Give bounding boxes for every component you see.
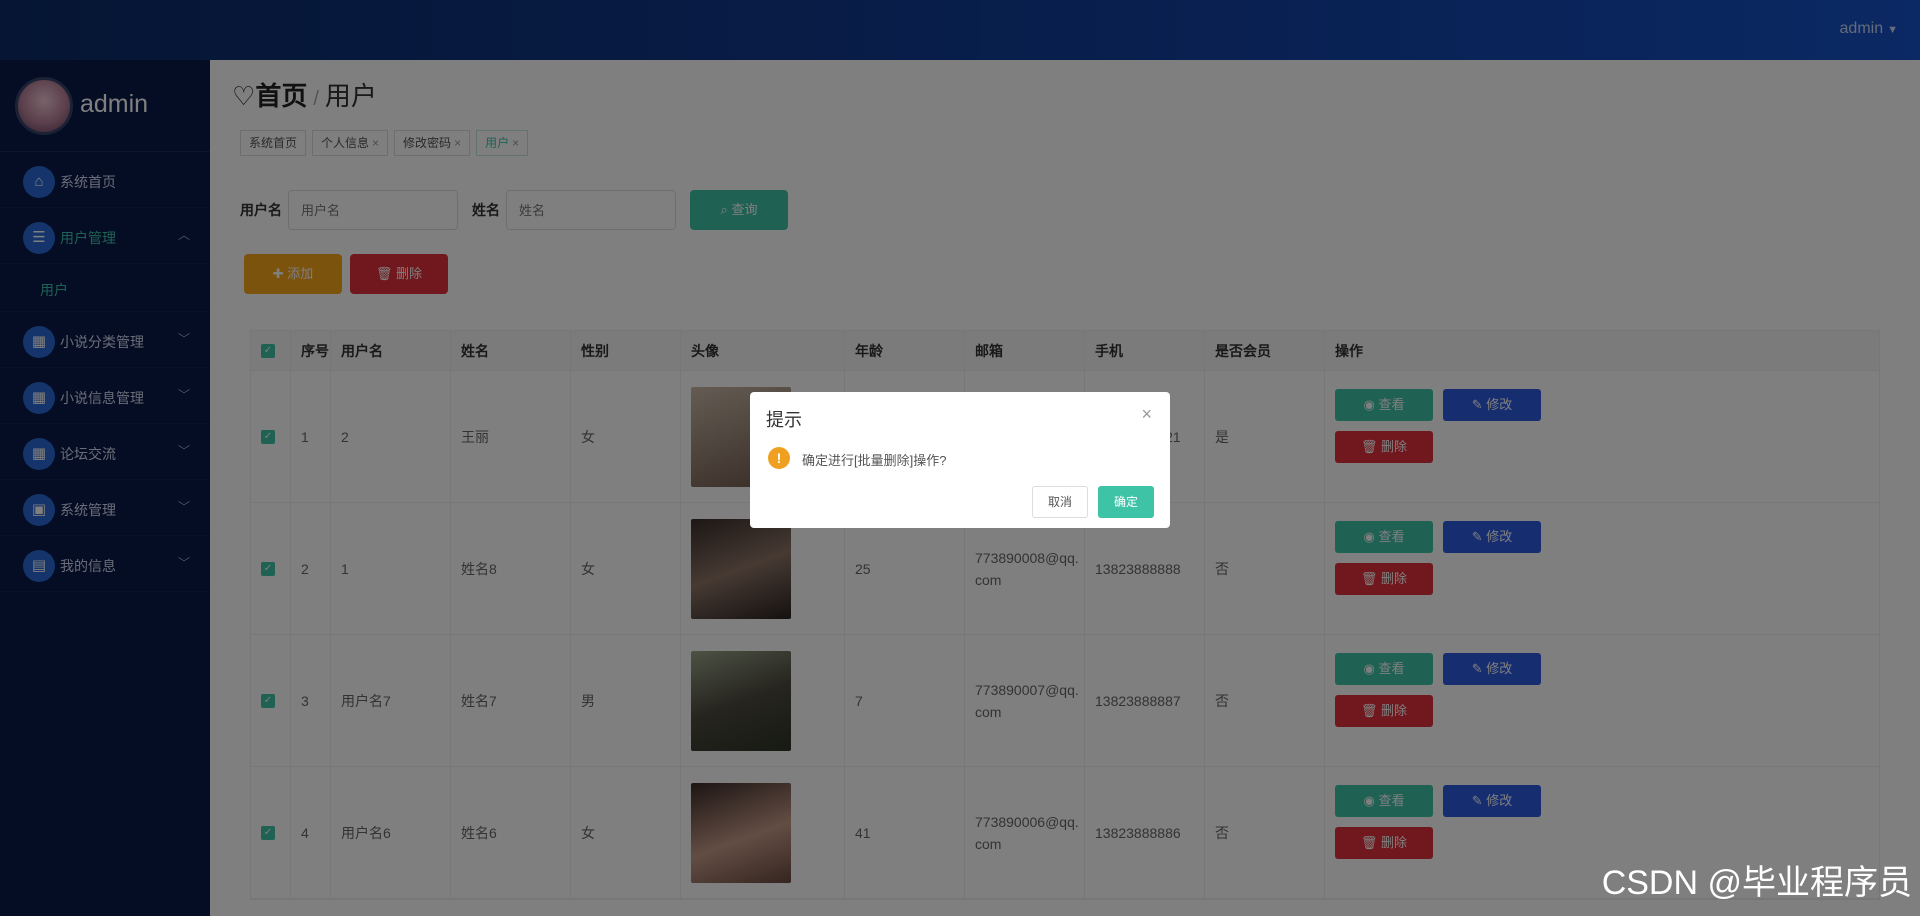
- warning-icon: !: [768, 447, 790, 469]
- cancel-button[interactable]: 取消: [1032, 486, 1088, 518]
- confirm-dialog: 提示 × ! 确定进行[批量删除]操作? 取消 确定: [750, 392, 1170, 528]
- confirm-button[interactable]: 确定: [1098, 486, 1154, 518]
- close-icon[interactable]: ×: [1141, 404, 1152, 425]
- dialog-message: 确定进行[批量删除]操作?: [802, 453, 947, 468]
- dialog-title: 提示: [766, 410, 802, 430]
- watermark: CSDN @毕业程序员: [1601, 864, 1912, 902]
